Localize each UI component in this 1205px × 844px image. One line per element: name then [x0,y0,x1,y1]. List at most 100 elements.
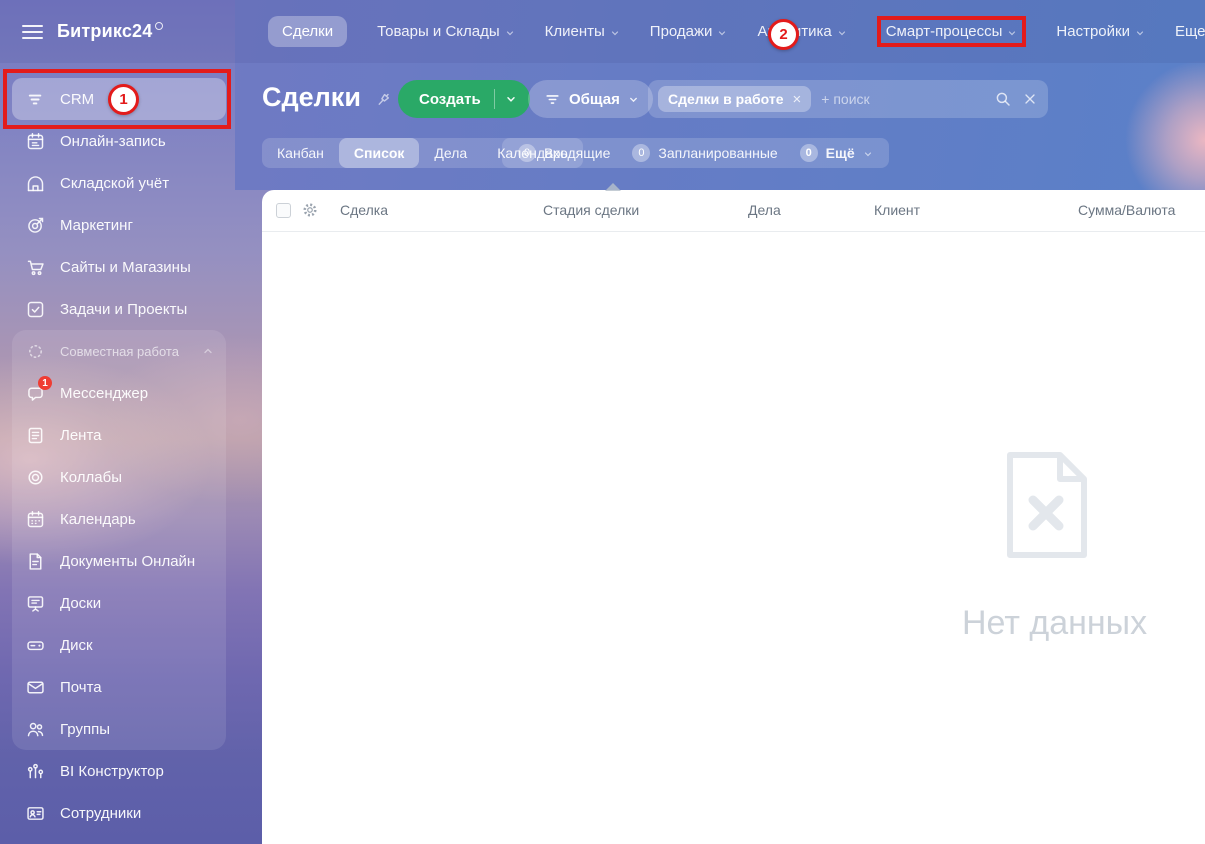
task-check-icon [24,298,46,320]
sidebar-item-sites-stores[interactable]: Сайты и Магазины [12,246,226,288]
board-icon [24,592,46,614]
counter-label: Запланированные [658,145,778,161]
chevron-up-icon[interactable] [202,345,214,357]
sidebar-item-mail[interactable]: Почта [12,666,226,708]
chevron-down-icon [1009,30,1016,35]
target-arrow-icon [24,214,46,236]
sidebar-item-marketing[interactable]: Маркетинг [12,204,226,246]
sidebar-item-collabs[interactable]: Коллабы [12,456,226,498]
search-filter-chip-label: Сделки в работе [668,91,784,107]
counter-more[interactable]: 0 Ещё [799,144,873,162]
chevron-down-icon [864,151,871,156]
bar-chart-icon [24,760,46,782]
nav-item-clients[interactable]: Клиенты [545,23,620,40]
chevron-down-icon[interactable] [505,93,517,105]
tab-list[interactable]: Список [338,138,420,168]
column-header-deal[interactable]: Сделка [340,202,388,218]
envelope-icon [24,676,46,698]
column-header-client[interactable]: Клиент [874,202,920,218]
hamburger-menu-icon[interactable] [22,21,43,43]
annotation-callout-2: 2 [768,19,799,50]
sidebar-item-bi-builder[interactable]: BI Конструктор [12,750,226,792]
counter-label: Входящие [544,145,611,161]
sidebar-item-groups[interactable]: Группы [12,708,226,750]
search-bar[interactable]: Сделки в работе × + поиск [648,80,1048,118]
sidebar-item-label: Календарь [60,510,136,528]
logo-reg-icon [155,22,164,30]
search-input[interactable]: + поиск [821,91,994,107]
counter-badge: 0 [518,144,536,162]
people-icon [24,718,46,740]
calendar-note-icon [24,130,46,152]
sidebar-item-label: Документы Онлайн [60,552,196,570]
counter-incoming[interactable]: 0 Входящие [518,144,610,162]
pin-icon[interactable] [374,90,393,109]
tab-activities[interactable]: Дела [419,138,482,168]
app-logo[interactable]: Битрикс24 [57,21,164,42]
concentric-circles-icon [24,466,46,488]
empty-state-text: Нет данных [962,604,1148,642]
search-icon[interactable] [994,90,1012,108]
create-button[interactable]: Создать [398,80,530,118]
sidebar-item-drive[interactable]: Диск [12,624,226,666]
counter-badge: 0 [799,144,818,162]
counter-planned[interactable]: 0 Запланированные [632,144,778,162]
sidebar-group-label: Совместная работа [60,343,179,359]
funnel-selector-label: Общая [569,90,620,108]
nav-item-smart-processes[interactable]: Смарт-процессы [876,16,1027,47]
sidebar-item-employees[interactable]: Сотрудники [12,792,226,834]
sidebar-item-label: BI Конструктор [60,762,164,780]
nav-item-sales[interactable]: Продажи [650,23,728,40]
select-all-checkbox[interactable] [276,203,291,218]
content-panel: Сделка Стадия сделки Дела Клиент Сумма/В… [262,183,1205,844]
empty-state: Нет данных [962,450,1148,643]
sidebar-item-feed[interactable]: Лента [12,414,226,456]
sidebar-item-tasks-projects[interactable]: Задачи и Проекты [12,288,226,330]
button-divider [493,89,495,109]
sidebar-item-inventory[interactable]: Складской учёт [12,162,226,204]
counter-badge: 0 [632,144,651,162]
sidebar-item-label: Сайты и Магазины [60,258,191,276]
sidebar-item-label: Задачи и Проекты [60,300,188,318]
nav-item-more[interactable]: Еще [1175,23,1205,40]
warehouse-icon [24,172,46,194]
chat-bubbles-icon: 1 [24,376,52,404]
sidebar-item-label: CRM [60,90,95,108]
funnel-selector-button[interactable]: Общая [528,80,653,118]
top-navigation: Сделки Товары и Склады Клиенты Продажи А… [268,0,1205,63]
shopping-cart-icon [24,256,46,278]
calendar-icon [24,508,46,530]
topbar-left: Битрикс24 [0,0,235,63]
chip-remove-icon[interactable]: × [793,91,802,108]
sidebar-item-label: Онлайн-запись [60,132,166,150]
document-icon [24,550,46,572]
nav-item-products[interactable]: Товары и Склады [377,23,515,40]
sidebar-item-label: Мессенджер [60,384,149,402]
chevron-down-icon [506,30,513,35]
sidebar-group-header[interactable]: Совместная работа [12,330,226,372]
grid-settings-gear-icon[interactable] [301,201,319,224]
annotation-callout-1: 1 [108,84,139,115]
column-header-stage[interactable]: Стадия сделки [543,202,639,218]
bitrix24-crm-window: Битрикс24 Сделки Товары и Склады Клиенты… [0,0,1205,844]
sidebar-item-online-booking[interactable]: Онлайн-запись [12,120,226,162]
sidebar-item-calendar[interactable]: Календарь [12,498,226,540]
counter-label: Ещё [825,145,855,161]
app-logo-text: Битрикс24 [57,21,153,41]
sidebar-item-label: Складской учёт [60,174,170,192]
sidebar-item-documents[interactable]: Документы Онлайн [12,540,226,582]
column-header-activities[interactable]: Дела [748,202,781,218]
sidebar-item-boards[interactable]: Доски [12,582,226,624]
chevron-down-icon [719,30,726,35]
nav-item-settings[interactable]: Настройки [1056,23,1145,40]
id-card-icon [24,802,46,824]
sidebar-item-messenger[interactable]: 1 Мессенджер [12,372,226,414]
nav-item-deals[interactable]: Сделки [268,16,348,47]
collaboration-icon [24,340,46,362]
sidebar-item-label: Маркетинг [60,216,133,234]
search-filter-chip[interactable]: Сделки в работе × [658,86,812,112]
page-title-row: Сделки [262,82,393,113]
tab-kanban[interactable]: Канбан [262,138,339,168]
column-header-amount[interactable]: Сумма/Валюта [1078,202,1175,218]
search-clear-icon[interactable] [1022,91,1038,107]
